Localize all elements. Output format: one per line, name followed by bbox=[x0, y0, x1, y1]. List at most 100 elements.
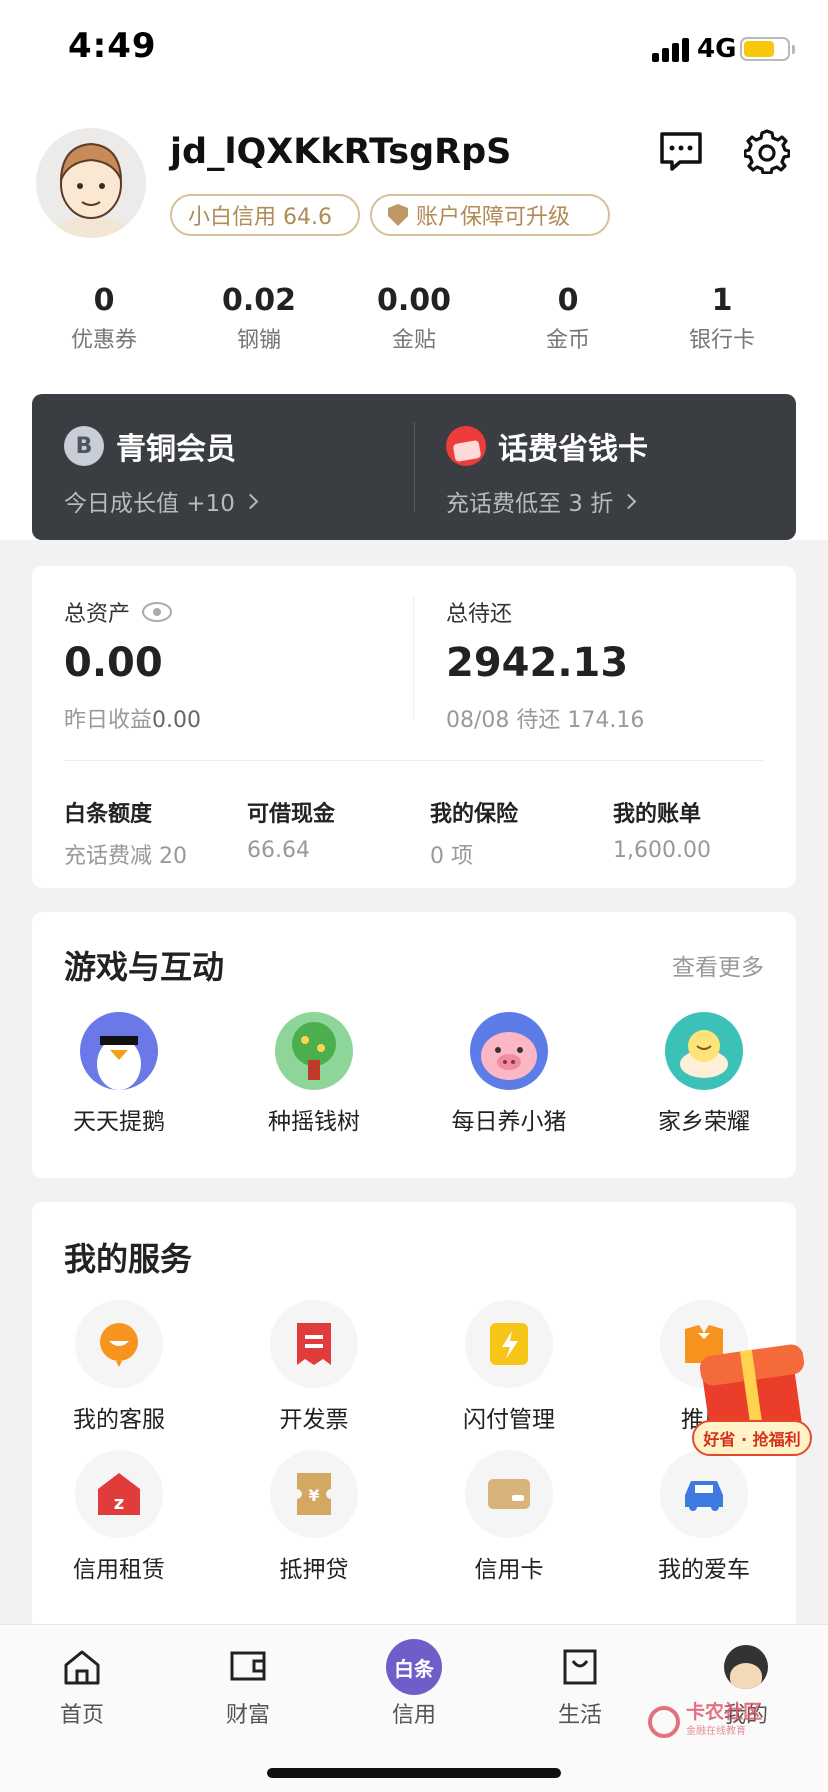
username[interactable]: jd_lQXKkRTsgRpS bbox=[170, 132, 511, 172]
game-piggy[interactable]: 每日养小猪 bbox=[434, 1012, 584, 1136]
service-label: 信用卡 bbox=[474, 1557, 544, 1583]
quickpass-icon bbox=[465, 1300, 553, 1388]
stat-gold-coins[interactable]: 0 金币 bbox=[503, 282, 633, 354]
phone-saver-sub: 充话费低至 3 折 bbox=[446, 491, 614, 517]
my-bills-entry[interactable]: 我的账单 1,600.00 bbox=[613, 796, 783, 863]
phone-saver-card-entry[interactable]: 话费省钱卡 充话费低至 3 折 bbox=[446, 424, 648, 518]
svg-text:¥: ¥ bbox=[308, 1486, 319, 1505]
service-label: 我的客服 bbox=[73, 1407, 165, 1433]
promo-label: 好省 · 抢福利 bbox=[692, 1420, 812, 1456]
mini-title: 白条额度 bbox=[64, 802, 153, 827]
service-customer-support[interactable]: 我的客服 bbox=[44, 1300, 194, 1434]
tab-home[interactable]: 首页 bbox=[17, 1639, 147, 1729]
service-mortgage-loan[interactable]: ¥ 抵押贷 bbox=[239, 1450, 389, 1584]
wallet-icon bbox=[220, 1639, 276, 1695]
stat-bank-cards[interactable]: 1 银行卡 bbox=[657, 282, 787, 354]
mini-sub: 0 项 bbox=[430, 844, 473, 869]
assets-card: 总资产 0.00 昨日收益0.00 总待还 2942.13 08/08 待还 1… bbox=[32, 566, 796, 888]
service-label: 抵押贷 bbox=[279, 1557, 349, 1583]
credit-score-chip[interactable]: 小白信用 64.6 bbox=[170, 194, 360, 236]
credit-card-icon bbox=[465, 1450, 553, 1538]
games-card: 游戏与互动 查看更多 天天提鹅 种摇钱树 每日养小猪 家乡荣耀 bbox=[32, 912, 796, 1178]
tab-label: 财富 bbox=[225, 1703, 270, 1728]
account-protection-label: 账户保障可升级 bbox=[416, 205, 571, 230]
mini-title: 可借现金 bbox=[247, 802, 336, 827]
tab-label: 生活 bbox=[557, 1703, 602, 1728]
tab-credit[interactable]: 白条 信用 bbox=[349, 1639, 479, 1729]
services-title: 我的服务 bbox=[64, 1240, 193, 1278]
mini-title: 我的保险 bbox=[430, 802, 519, 827]
stat-value: 0.00 bbox=[376, 283, 452, 318]
piggy-icon bbox=[470, 1012, 548, 1090]
tab-wealth[interactable]: 财富 bbox=[183, 1639, 313, 1729]
customer-service-icon bbox=[75, 1300, 163, 1388]
game-goose[interactable]: 天天提鹅 bbox=[44, 1012, 194, 1136]
game-label: 天天提鹅 bbox=[73, 1109, 165, 1135]
service-quickpass[interactable]: 闪付管理 bbox=[434, 1300, 584, 1434]
game-money-tree[interactable]: 种摇钱树 bbox=[239, 1012, 389, 1136]
battery-icon bbox=[740, 37, 790, 61]
tab-life[interactable]: 生活 bbox=[515, 1639, 645, 1729]
floating-promo[interactable]: 好省 · 抢福利 bbox=[688, 1342, 814, 1470]
baitiao-limit-entry[interactable]: 白条额度 充话费减 20 bbox=[64, 796, 234, 870]
growth-value-text: 今日成长值 +10 bbox=[64, 491, 235, 517]
hometown-glory-icon bbox=[665, 1012, 743, 1090]
phone-card-icon bbox=[446, 426, 486, 466]
service-my-car[interactable]: 我的爱车 bbox=[629, 1450, 779, 1584]
stat-jintie[interactable]: 0.00 金贴 bbox=[349, 282, 479, 354]
message-icon[interactable] bbox=[658, 128, 704, 174]
service-label: 我的爱车 bbox=[658, 1557, 750, 1583]
stat-label: 钢镚 bbox=[236, 328, 281, 353]
service-label: 开发票 bbox=[279, 1407, 349, 1433]
watermark-title: 卡农社区 bbox=[686, 1701, 763, 1723]
battery-tip bbox=[792, 45, 795, 54]
chevron-right-icon bbox=[620, 493, 637, 509]
borrowable-cash-entry[interactable]: 可借现金 66.64 bbox=[247, 796, 417, 863]
me-avatar-icon bbox=[718, 1639, 774, 1695]
svg-text:z: z bbox=[114, 1493, 124, 1514]
bronze-member-entry[interactable]: B 青铜会员 今日成长值 +10 bbox=[64, 424, 259, 518]
total-assets-value[interactable]: 0.00 bbox=[64, 640, 163, 686]
phone-saver-title: 话费省钱卡 bbox=[498, 432, 648, 467]
stat-value: 0 bbox=[93, 283, 115, 318]
yesterday-earnings-label: 昨日收益 bbox=[64, 708, 153, 733]
game-hometown[interactable]: 家乡荣耀 bbox=[629, 1012, 779, 1136]
avatar[interactable] bbox=[36, 128, 146, 238]
stat-gangbeng[interactable]: 0.02 钢镚 bbox=[194, 282, 324, 354]
divider bbox=[64, 760, 764, 761]
mini-sub: 66.64 bbox=[247, 838, 310, 863]
settings-gear-icon[interactable] bbox=[743, 128, 791, 175]
game-label: 家乡荣耀 bbox=[658, 1109, 750, 1135]
shield-icon bbox=[388, 204, 408, 226]
service-invoice[interactable]: 开发票 bbox=[239, 1300, 389, 1434]
home-icon bbox=[54, 1639, 110, 1695]
network-label: 4G bbox=[697, 34, 737, 64]
member-level-title: 青铜会员 bbox=[116, 432, 236, 467]
yesterday-earnings: 昨日收益0.00 bbox=[64, 702, 201, 734]
service-label: 信用租赁 bbox=[73, 1557, 165, 1583]
view-more-link[interactable]: 查看更多 bbox=[672, 948, 764, 982]
stat-label: 银行卡 bbox=[688, 328, 755, 353]
next-due-text: 08/08 待还 174.16 bbox=[446, 708, 645, 733]
mini-sub: 充话费减 20 bbox=[64, 844, 187, 869]
stat-label: 金币 bbox=[545, 328, 590, 353]
stat-value: 0 bbox=[557, 283, 579, 318]
yesterday-earnings-value: 0.00 bbox=[152, 708, 201, 733]
total-due-label[interactable]: 总待还 bbox=[446, 596, 512, 628]
service-credit-card[interactable]: 信用卡 bbox=[434, 1450, 584, 1584]
watermark-sub: 金融在线教育 bbox=[686, 1726, 746, 1737]
chevron-right-icon bbox=[242, 493, 259, 509]
my-insurance-entry[interactable]: 我的保险 0 项 bbox=[430, 796, 600, 870]
game-label: 每日养小猪 bbox=[451, 1109, 567, 1135]
home-indicator bbox=[267, 1768, 561, 1778]
divider bbox=[414, 422, 415, 512]
service-credit-lease[interactable]: z 信用租赁 bbox=[44, 1450, 194, 1584]
credit-lease-icon: z bbox=[75, 1450, 163, 1538]
account-protection-chip[interactable]: 账户保障可升级 bbox=[370, 194, 610, 236]
stat-coupons[interactable]: 0 优惠券 bbox=[39, 282, 169, 354]
total-due-value[interactable]: 2942.13 bbox=[446, 640, 628, 686]
eye-toggle-icon[interactable] bbox=[142, 602, 173, 622]
mortgage-loan-icon: ¥ bbox=[270, 1450, 358, 1538]
total-assets-label[interactable]: 总资产 bbox=[64, 596, 173, 628]
stat-label: 金贴 bbox=[391, 328, 436, 353]
